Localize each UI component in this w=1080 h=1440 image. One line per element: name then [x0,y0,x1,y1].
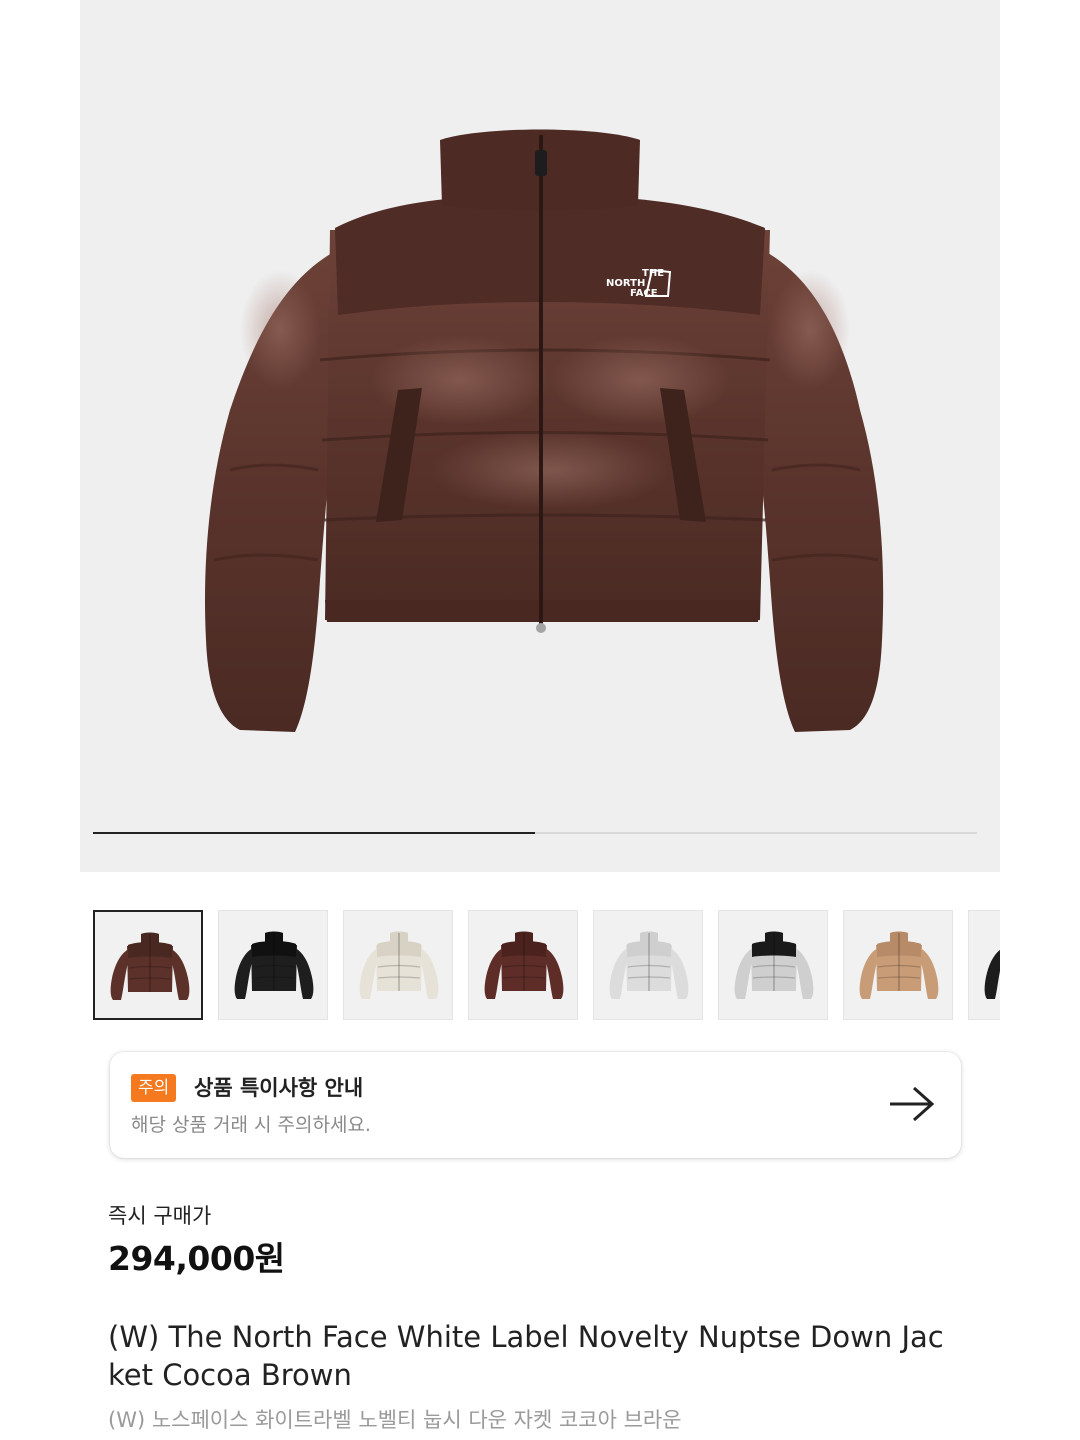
thumbnail-brown[interactable] [468,910,578,1020]
thumbnail-jacket-image [110,932,190,1000]
thumbnail-jacket-image [609,931,689,999]
product-title-korean: (W) 노스페이스 화이트라벨 노벨티 눕시 다운 자켓 코코아 브라운 [108,1408,682,1432]
caution-badge: 주의 [131,1074,177,1102]
product-notice-card[interactable]: 주의 상품 특이사항 안내 해당 상품 거래 시 주의하세요. [110,1052,961,1158]
thumbnail-jacket-image [359,931,439,999]
thumbnail-jacket-image [484,931,564,999]
logo-text-line3: FACE [630,288,658,299]
price-label: 즉시 구매가 [108,1204,212,1228]
thumbnail-ivory[interactable] [343,910,453,1020]
product-image-gallery[interactable]: THE NORTH FACE [80,0,1000,872]
arrow-right-icon[interactable] [888,1084,938,1124]
thumbnail-black[interactable] [218,910,328,1020]
price-value: 294,000원 [108,1239,285,1278]
product-title-english: (W) The North Face White Label Novelty N… [108,1320,944,1392]
thumbnail-black-partial[interactable] [968,910,1000,1020]
notice-title: 상품 특이사항 안내 [194,1076,364,1100]
gallery-progress-bar [93,832,977,834]
thumbnail-jacket-image [734,931,814,999]
notice-subtitle: 해당 상품 거래 시 주의하세요. [131,1114,371,1136]
thumbnail-tan[interactable] [843,910,953,1020]
gallery-progress-fill [93,832,535,834]
product-image: THE NORTH FACE [205,129,884,732]
thumbnail-jacket-image [984,950,1000,999]
color-thumbnail-strip[interactable] [93,910,1000,1022]
thumbnail-jacket-image [859,931,939,999]
thumbnail-silver-black[interactable] [718,910,828,1020]
thumbnail-cocoa-brown[interactable] [93,910,203,1020]
thumbnail-light-grey[interactable] [593,910,703,1020]
thumbnail-jacket-image [234,931,314,999]
